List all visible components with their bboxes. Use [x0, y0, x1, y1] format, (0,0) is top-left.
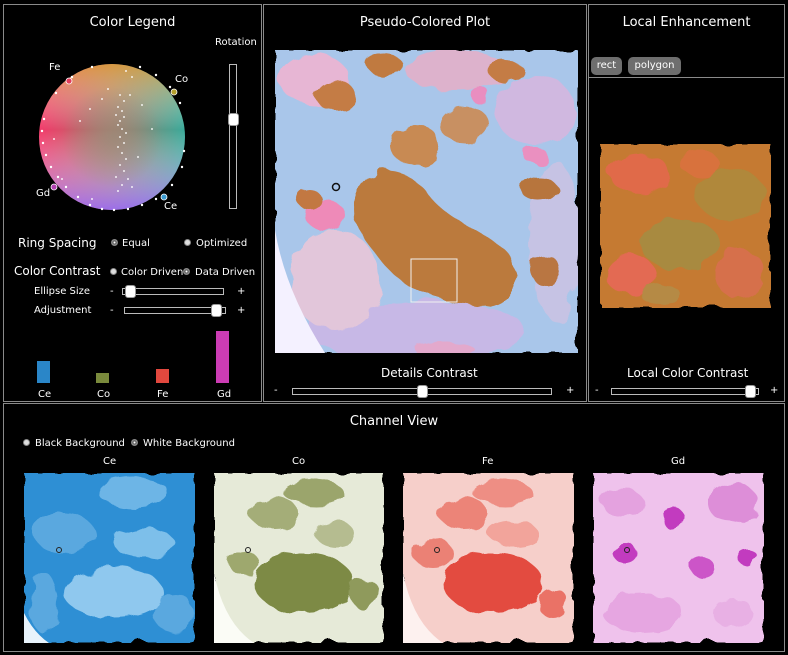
vertex-label-fe: Fe [49, 62, 61, 73]
white-background-label: White Background [143, 438, 235, 449]
ring-spacing-optimized-radio[interactable] [184, 239, 191, 246]
local-enhanced-image [600, 144, 771, 308]
details-contrast-slider-knob[interactable] [416, 385, 428, 398]
vertex-fe-handle[interactable] [65, 77, 73, 85]
channel-image-fe[interactable] [403, 473, 574, 643]
vertex-label-co: Co [175, 74, 189, 85]
adjustment-slider-knob[interactable] [211, 304, 223, 317]
color-contrast-label: Color Contrast [14, 264, 101, 278]
channel-bar-label-co: Co [97, 389, 111, 400]
vertex-label-ce: Ce [164, 201, 178, 212]
channel-bar-label-fe: Fe [157, 389, 169, 400]
ellipse-size-slider[interactable] [122, 288, 224, 295]
color-legend-title: Color Legend [89, 15, 176, 30]
adjustment-label: Adjustment [34, 305, 92, 316]
pseudo-plot-panel: Pseudo-Colored Plot Details Contrast - + [263, 4, 587, 402]
local-contrast-slider-knob[interactable] [745, 385, 757, 398]
vertex-gd-handle[interactable] [50, 183, 58, 191]
vertex-label-gd: Gd [36, 188, 51, 199]
data-driven-label: Data Driven [195, 267, 256, 278]
local-enhancement-panel: Local Enhancement rect polygon Local Col… [588, 4, 785, 402]
ring-spacing-equal-label: Equal [122, 238, 150, 249]
pseudo-colored-image[interactable] [275, 50, 578, 353]
vertex-ce-handle[interactable] [160, 193, 168, 201]
data-driven-radio[interactable] [183, 268, 190, 275]
adjustment-plus[interactable]: + [237, 305, 245, 316]
channel-image-gd[interactable] [593, 473, 764, 643]
ellipse-size-plus[interactable]: + [237, 286, 245, 297]
color-legend-panel: Color Legend Rotation Fe Co Gd Ce Ring S… [3, 4, 262, 402]
pseudo-plot-title: Pseudo-Colored Plot [359, 15, 491, 30]
channel-bar-co [96, 373, 109, 383]
rotation-slider-knob[interactable] [228, 113, 239, 126]
ellipse-size-slider-knob[interactable] [124, 285, 136, 298]
adjustment-minus[interactable]: - [110, 305, 114, 316]
channel-bar-fe [156, 369, 169, 383]
local-contrast-minus[interactable]: - [595, 385, 599, 396]
black-background-radio[interactable] [23, 439, 30, 446]
ring-spacing-label: Ring Spacing [18, 236, 97, 250]
channel-bar-gd [216, 331, 229, 383]
details-contrast-label: Details Contrast [381, 366, 478, 380]
channel-view-title: Channel View [349, 414, 439, 429]
ring-spacing-optimized-label: Optimized [196, 238, 248, 249]
wheel-center [62, 87, 162, 187]
channel-image-ce[interactable] [24, 473, 195, 643]
local-contrast-plus[interactable]: + [770, 385, 778, 396]
rotation-label: Rotation [215, 37, 257, 48]
channel-label-co: Co [292, 456, 306, 467]
color-wheel[interactable] [32, 59, 192, 219]
color-driven-label: Color Driven [121, 267, 184, 278]
local-enhancement-title: Local Enhancement [622, 15, 751, 30]
rotation-slider[interactable] [229, 64, 237, 209]
color-driven-radio[interactable] [110, 268, 117, 275]
local-contrast-slider[interactable] [611, 388, 759, 395]
ellipse-size-label: Ellipse Size [34, 286, 91, 297]
channel-label-gd: Gd [671, 456, 686, 467]
vertex-co-handle[interactable] [170, 88, 178, 96]
details-contrast-minus[interactable]: - [274, 385, 278, 396]
details-contrast-plus[interactable]: + [566, 385, 574, 396]
ellipse-size-minus[interactable]: - [110, 286, 114, 297]
polygon-tool-button[interactable]: polygon [628, 57, 681, 75]
black-background-label: Black Background [35, 438, 125, 449]
channel-bar-ce [37, 361, 50, 383]
channel-label-ce: Ce [103, 456, 117, 467]
ring-spacing-equal-radio[interactable] [111, 239, 118, 246]
white-background-radio[interactable] [131, 439, 138, 446]
channel-view-panel: Channel View Black Background White Back… [3, 403, 785, 652]
channel-bar-label-gd: Gd [217, 389, 232, 400]
channel-label-fe: Fe [482, 456, 494, 467]
rect-tool-button[interactable]: rect [591, 57, 622, 75]
channel-bar-label-ce: Ce [38, 389, 52, 400]
channel-image-co[interactable] [214, 473, 384, 643]
local-contrast-label: Local Color Contrast [627, 366, 749, 380]
